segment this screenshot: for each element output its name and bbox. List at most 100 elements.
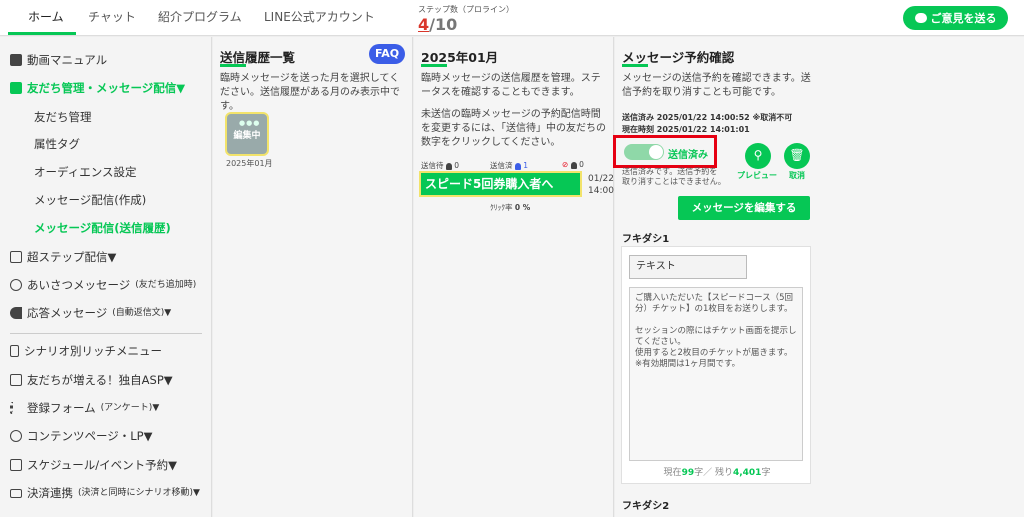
counter-label: 字／ 残り bbox=[694, 468, 733, 478]
top-bar: ホーム チャット 紹介プログラム LINE公式アカウント ステップ数（プロライン… bbox=[0, 0, 1024, 36]
sidebar-label: あいさつメッセージ bbox=[27, 278, 131, 292]
reply-icon bbox=[10, 307, 22, 319]
smartphone-icon bbox=[10, 345, 19, 357]
sidebar-item-contents[interactable]: コンテンツページ・LP▼ bbox=[10, 426, 152, 446]
tab-referral[interactable]: 紹介プログラム bbox=[158, 0, 242, 34]
sidebar-item-response[interactable]: 応答メッセージ (自動返信文)▼ bbox=[10, 303, 171, 323]
block-stat[interactable]: ⊘ 0 bbox=[562, 160, 584, 169]
sidebar-label: 登録フォーム bbox=[27, 401, 96, 415]
month-description-2: 未送信の臨時メッセージの予約配信時間を変更するには、「送信待」中の友だちの数字を… bbox=[421, 109, 606, 148]
counter-label: 字 bbox=[761, 468, 771, 478]
wait-label: 送信待 bbox=[421, 161, 444, 170]
sidebar-item-asp[interactable]: 友だちが増える！独自ASP▼ bbox=[10, 370, 173, 390]
month-thumbnail[interactable]: ●●● 編集中 bbox=[225, 112, 269, 156]
tab-home[interactable]: ホーム bbox=[28, 0, 64, 34]
click-rate-label: ｸﾘｯｸ率 bbox=[490, 203, 513, 212]
sidebar-label: 友だち管理・メッセージ配信▼ bbox=[27, 81, 186, 95]
sent-label: 送信済 bbox=[490, 161, 513, 170]
sidebar-item-video-manual[interactable]: 動画マニュアル bbox=[10, 50, 107, 70]
sidebar-item-payment[interactable]: 決済連携 (決済と同時にシナリオ移動)▼ bbox=[10, 483, 200, 503]
credit-card-icon bbox=[10, 488, 22, 498]
message-time: 14:00 bbox=[588, 186, 614, 196]
block-icon: ⊘ bbox=[562, 160, 569, 169]
sidebar-sub-audience[interactable]: オーディエンス設定 bbox=[34, 163, 136, 181]
sidebar: 動画マニュアル 友だち管理・メッセージ配信▼ 友だち管理 属性タグ オーディエン… bbox=[0, 37, 212, 517]
wait-stat[interactable]: 送信待 0 bbox=[421, 160, 459, 171]
person-icon bbox=[445, 162, 452, 170]
active-tab-indicator bbox=[8, 32, 76, 35]
confirm-description: メッセージの送信予約を確認できます。送信予約を取り消すことも可能です。 bbox=[622, 73, 811, 98]
sidebar-label: コンテンツページ・LP▼ bbox=[27, 429, 153, 443]
counter-used: 99 bbox=[681, 468, 695, 478]
sidebar-note: (友だち追加時) bbox=[135, 280, 197, 290]
calendar-icon bbox=[10, 459, 22, 471]
step-count: 4/10 bbox=[418, 15, 457, 34]
title-underline bbox=[421, 64, 447, 67]
cancel-button[interactable]: 🗑 bbox=[784, 143, 810, 169]
sidebar-label: 友だちが増える！独自ASP▼ bbox=[27, 373, 173, 387]
sidebar-label: 決済連携 bbox=[27, 486, 73, 500]
toggle-knob bbox=[649, 145, 663, 159]
chat-bubble-icon bbox=[914, 13, 927, 23]
preview-button[interactable]: ⚲ bbox=[745, 143, 771, 169]
search-icon: ⚲ bbox=[753, 148, 763, 162]
sidebar-divider bbox=[10, 333, 202, 334]
sidebar-item-greeting[interactable]: あいさつメッセージ (友だち追加時) bbox=[10, 275, 196, 295]
sent-toggle[interactable] bbox=[624, 144, 664, 160]
tab-chat[interactable]: チャット bbox=[88, 0, 136, 34]
counter-label: 現在 bbox=[663, 468, 682, 478]
sidebar-item-schedule[interactable]: スケジュール/イベント予約▼ bbox=[10, 455, 177, 475]
message-date: 01/22 bbox=[588, 174, 614, 184]
hierarchy-icon bbox=[10, 251, 22, 263]
history-description: 臨時メッセージを送った月を選択してください。送信履歴がある月のみ表示中です。 bbox=[220, 73, 400, 112]
sent-count: 1 bbox=[523, 161, 529, 170]
sidebar-item-super-step[interactable]: 超ステップ配信▼ bbox=[10, 247, 116, 267]
sidebar-sub-message-history[interactable]: メッセージ配信(送信履歴) bbox=[34, 219, 171, 237]
character-counter: 現在99字／ 残り4,401字 bbox=[622, 465, 812, 478]
title-underline bbox=[622, 64, 648, 67]
sidebar-item-friends-message[interactable]: 友だち管理・メッセージ配信▼ bbox=[10, 78, 185, 98]
sidebar-item-form[interactable]: 登録フォーム (アンケート)▼ bbox=[10, 398, 159, 418]
person-icon bbox=[514, 162, 521, 170]
sidebar-sub-friends[interactable]: 友だち管理 bbox=[34, 108, 92, 126]
message-item[interactable]: スピード5回券購入者へ bbox=[419, 171, 582, 197]
current-time-line: 現在時刻 2025/01/22 14:01:01 bbox=[622, 125, 750, 134]
title-underline bbox=[220, 64, 246, 67]
feedback-label: ご意見を送る bbox=[930, 12, 997, 25]
trash-icon: 🗑 bbox=[789, 148, 805, 162]
contact-card-icon bbox=[10, 82, 22, 94]
bubble-1-title: フキダシ1 bbox=[622, 234, 670, 245]
click-rate: ｸﾘｯｸ率 0 % bbox=[490, 202, 530, 213]
step-current[interactable]: 4 bbox=[418, 15, 429, 34]
faq-button[interactable]: FAQ bbox=[369, 44, 405, 64]
step-total: /10 bbox=[429, 15, 458, 34]
sent-status-line: 送信済み 2025/01/22 14:00:52 ※取消不可 bbox=[622, 113, 793, 122]
cancel-label: 取消 bbox=[789, 171, 805, 180]
editing-badge: 編集中 bbox=[233, 131, 261, 141]
message-textarea[interactable]: ご購入いただいた【スピードコース（5回分）チケット】の1枚目をお送りします。 セ… bbox=[629, 287, 803, 461]
sidebar-sub-message-create[interactable]: メッセージ配信(作成) bbox=[34, 191, 146, 209]
sent-toggle-highlight: 送信済み bbox=[613, 135, 717, 168]
sidebar-label: スケジュール/イベント予約▼ bbox=[27, 458, 177, 472]
month-description-1: 臨時メッセージの送信履歴を管理。ステータスを確認することもできます。 bbox=[421, 73, 601, 98]
bubble-2-title: フキダシ2 bbox=[622, 501, 670, 512]
person-icon bbox=[570, 161, 577, 169]
video-icon bbox=[10, 54, 22, 66]
sidebar-label: 応答メッセージ bbox=[27, 306, 108, 320]
hand-wave-icon bbox=[10, 279, 22, 291]
sidebar-note: (決済と同時にシナリオ移動)▼ bbox=[78, 488, 200, 498]
sidebar-label: シナリオ別リッチメニュー bbox=[24, 344, 162, 358]
sidebar-item-rich-menu[interactable]: シナリオ別リッチメニュー bbox=[10, 341, 162, 361]
click-rate-value: 0 % bbox=[514, 203, 531, 212]
message-type-select[interactable]: テキスト bbox=[629, 255, 747, 279]
edit-message-button[interactable]: メッセージを編集する bbox=[678, 196, 810, 220]
sent-stat[interactable]: 送信済 1 bbox=[490, 160, 528, 171]
toggle-label: 送信済み bbox=[668, 150, 708, 161]
tab-line-official[interactable]: LINE公式アカウント bbox=[264, 0, 375, 34]
block-count: 0 bbox=[579, 160, 584, 169]
handshake-icon bbox=[10, 374, 22, 386]
sidebar-label: 動画マニュアル bbox=[27, 53, 108, 67]
sidebar-label: 超ステップ配信▼ bbox=[27, 250, 117, 264]
feedback-button[interactable]: ご意見を送る bbox=[903, 6, 1008, 30]
sidebar-sub-attribute-tag[interactable]: 属性タグ bbox=[34, 135, 80, 153]
